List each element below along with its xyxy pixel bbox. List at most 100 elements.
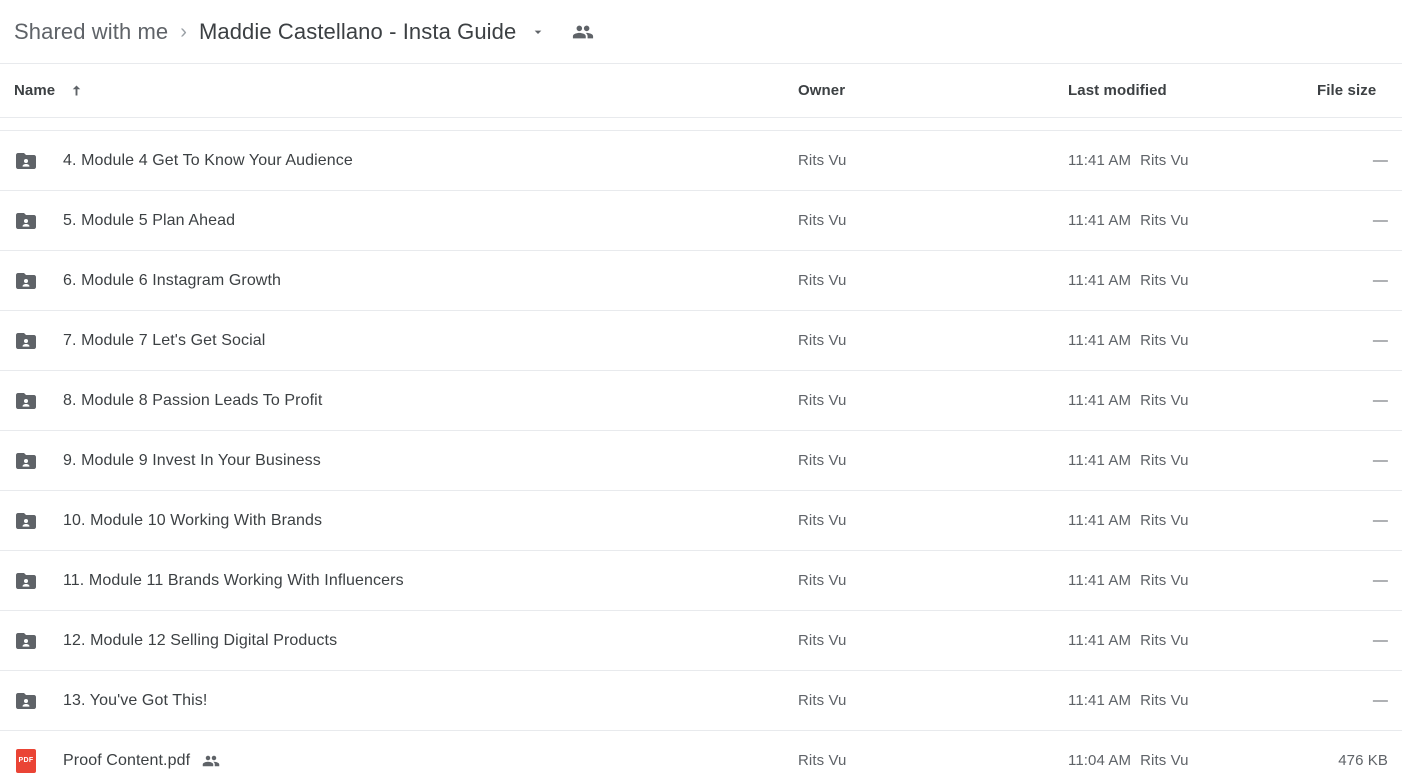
last-modified-cell: 11:41 AM Rits Vu <box>1068 392 1189 409</box>
last-modified-time: 11:41 AM <box>1068 152 1132 169</box>
column-header-owner[interactable]: Owner <box>798 82 845 99</box>
file-name-cell[interactable]: 6. Module 6 Instagram Growth <box>14 269 281 293</box>
chevron-down-icon[interactable] <box>530 24 546 40</box>
file-size-cell: 476 KB <box>1338 752 1388 769</box>
file-name-cell[interactable]: 10. Module 10 Working With Brands <box>14 509 322 533</box>
last-modified-user: Rits Vu <box>1140 332 1189 349</box>
last-modified-time: 11:41 AM <box>1068 332 1132 349</box>
table-row[interactable]: 9. Module 9 Invest In Your Business Rits … <box>0 431 1402 491</box>
last-modified-user: Rits Vu <box>1140 692 1189 709</box>
file-list: 4. Module 4 Get To Know Your Audience Rit… <box>0 131 1402 783</box>
last-modified-time: 11:41 AM <box>1068 512 1132 529</box>
table-row[interactable]: 11. Module 11 Brands Working With Influe… <box>0 551 1402 611</box>
last-modified-time: 11:41 AM <box>1068 272 1132 289</box>
last-modified-user: Rits Vu <box>1140 452 1189 469</box>
column-header-name-label: Name <box>14 82 56 99</box>
table-row[interactable]: 8. Module 8 Passion Leads To Profit Rits … <box>0 371 1402 431</box>
last-modified-user: Rits Vu <box>1140 572 1189 589</box>
file-name-label: 12. Module 12 Selling Digital Products <box>63 631 338 649</box>
table-row[interactable]: 13. You've Got This! Rits Vu 11:41 AM Rits … <box>0 671 1402 731</box>
file-size-cell: — <box>1372 392 1388 409</box>
last-modified-time: 11:41 AM <box>1068 572 1132 589</box>
table-row[interactable]: PDF Proof Content.pdf Rits Vu 11:04 AM Rits … <box>0 731 1402 783</box>
file-name-cell[interactable]: 7. Module 7 Let's Get Social <box>14 329 265 353</box>
table-row[interactable]: 4. Module 4 Get To Know Your Audience Rit… <box>0 131 1402 191</box>
shared-folder-icon <box>14 689 38 713</box>
last-modified-cell: 11:41 AM Rits Vu <box>1068 332 1189 349</box>
last-modified-time: 11:41 AM <box>1068 212 1132 229</box>
table-row[interactable]: 5. Module 5 Plan Ahead Rits Vu 11:41 AM Rit… <box>0 191 1402 251</box>
file-size-cell: — <box>1372 572 1388 589</box>
file-name-label: 10. Module 10 Working With Brands <box>63 511 323 529</box>
file-size-cell: — <box>1372 692 1388 709</box>
arrow-up-icon[interactable] <box>69 83 84 98</box>
owner-cell: Rits Vu <box>798 452 847 469</box>
owner-cell: Rits Vu <box>798 152 847 169</box>
shared-folder-icon <box>14 449 38 473</box>
file-name-label: Proof Content.pdf <box>63 751 191 769</box>
last-modified-user: Rits Vu <box>1140 632 1189 649</box>
shared-folder-icon <box>14 269 38 293</box>
table-row[interactable]: 6. Module 6 Instagram Growth Rits Vu 11:41… <box>0 251 1402 311</box>
last-modified-cell: 11:41 AM Rits Vu <box>1068 152 1189 169</box>
last-modified-cell: 11:41 AM Rits Vu <box>1068 572 1189 589</box>
last-modified-cell: 11:04 AM Rits Vu <box>1068 752 1189 769</box>
shared-folder-icon <box>14 509 38 533</box>
last-modified-cell: 11:41 AM Rits Vu <box>1068 212 1189 229</box>
last-modified-user: Rits Vu <box>1140 272 1189 289</box>
owner-cell: Rits Vu <box>798 752 847 769</box>
shared-folder-icon <box>14 209 38 233</box>
file-name-label: 9. Module 9 Invest In Your Business <box>63 451 321 469</box>
file-name-label: 5. Module 5 Plan Ahead <box>63 211 236 229</box>
table-row[interactable]: 10. Module 10 Working With Brands Rits Vu… <box>0 491 1402 551</box>
file-size-cell: — <box>1372 152 1388 169</box>
last-modified-user: Rits Vu <box>1140 752 1189 769</box>
file-name-cell[interactable]: 5. Module 5 Plan Ahead <box>14 209 235 233</box>
table-row[interactable]: 12. Module 12 Selling Digital Products Ri… <box>0 611 1402 671</box>
column-header-name[interactable]: Name <box>14 82 84 99</box>
pdf-badge-label: PDF <box>16 748 36 773</box>
owner-cell: Rits Vu <box>798 572 847 589</box>
file-name-cell[interactable]: 13. You've Got This! <box>14 689 207 713</box>
file-name-label: 11. Module 11 Brands Working With Influe… <box>63 571 404 589</box>
last-modified-time: 11:04 AM <box>1068 752 1132 769</box>
file-name-label: 13. You've Got This! <box>63 691 208 709</box>
people-shared-icon[interactable] <box>572 21 594 43</box>
file-size-cell: — <box>1372 452 1388 469</box>
owner-cell: Rits Vu <box>798 392 847 409</box>
breadcrumb-parent-link[interactable]: Shared with me <box>14 19 168 45</box>
file-name-cell[interactable]: 9. Module 9 Invest In Your Business <box>14 449 321 473</box>
table-row[interactable]: 7. Module 7 Let's Get Social Rits Vu 11:41… <box>0 311 1402 371</box>
file-size-cell: — <box>1372 512 1388 529</box>
column-header-owner-label: Owner <box>798 82 846 99</box>
shared-folder-icon <box>14 329 38 353</box>
owner-cell: Rits Vu <box>798 632 847 649</box>
last-modified-cell: 11:41 AM Rits Vu <box>1068 692 1189 709</box>
column-header-file-size-label: File size <box>1317 82 1377 99</box>
header-divider <box>0 118 1402 131</box>
breadcrumb-separator-icon: › <box>180 20 187 43</box>
people-shared-icon <box>202 752 220 770</box>
breadcrumb-current-folder[interactable]: Maddie Castellano - Insta Guide <box>199 19 516 45</box>
last-modified-time: 11:41 AM <box>1068 452 1132 469</box>
last-modified-time: 11:41 AM <box>1068 692 1132 709</box>
file-name-cell[interactable]: PDF Proof Content.pdf <box>14 748 220 773</box>
file-size-cell: — <box>1372 632 1388 649</box>
file-name-label: 8. Module 8 Passion Leads To Profit <box>63 391 323 409</box>
column-header-file-size[interactable]: File size <box>1317 82 1376 99</box>
file-name-label: 7. Module 7 Let's Get Social <box>63 331 266 349</box>
file-name-cell[interactable]: 4. Module 4 Get To Know Your Audience <box>14 149 353 173</box>
last-modified-cell: 11:41 AM Rits Vu <box>1068 452 1189 469</box>
file-size-cell: — <box>1372 272 1388 289</box>
file-name-cell[interactable]: 11. Module 11 Brands Working With Influe… <box>14 569 404 593</box>
owner-cell: Rits Vu <box>798 272 847 289</box>
last-modified-user: Rits Vu <box>1140 152 1189 169</box>
last-modified-cell: 11:41 AM Rits Vu <box>1068 632 1189 649</box>
file-name-cell[interactable]: 8. Module 8 Passion Leads To Profit <box>14 389 322 413</box>
last-modified-user: Rits Vu <box>1140 392 1189 409</box>
file-name-cell[interactable]: 12. Module 12 Selling Digital Products <box>14 629 337 653</box>
column-header-last-modified[interactable]: Last modified <box>1068 82 1167 99</box>
owner-cell: Rits Vu <box>798 212 847 229</box>
owner-cell: Rits Vu <box>798 512 847 529</box>
owner-cell: Rits Vu <box>798 692 847 709</box>
